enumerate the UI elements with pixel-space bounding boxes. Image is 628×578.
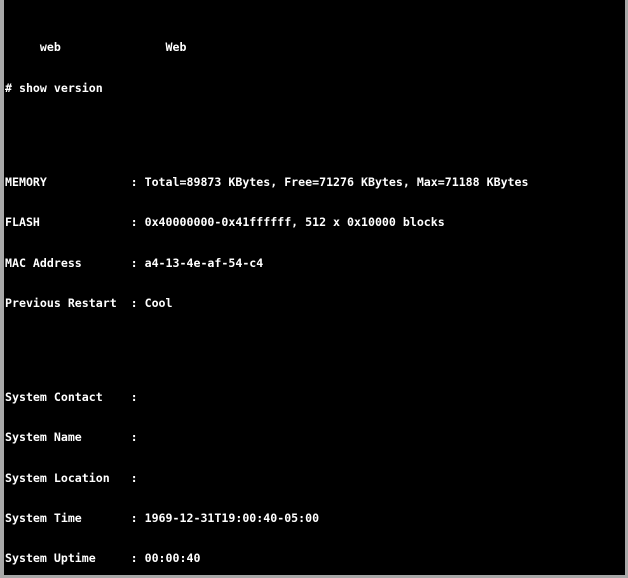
row-memory: MEMORY : Total=89873 KBytes, Free=71276 … [5,174,529,189]
row-system-location: System Location : [5,470,138,485]
command-show-version: # show version [5,80,103,95]
terminal-output-screen[interactable]: web Web # show version MEMORY : Total=89… [4,0,625,575]
row-system-name: System Name : [5,430,138,445]
row-system-contact: System Contact : [5,390,138,405]
terminal-header-line: web Web [5,40,187,55]
row-flash: FLASH : 0x40000000-0x41ffffff, 512 x 0x1… [5,215,445,230]
row-previous-restart: Previous Restart : Cool [5,295,173,310]
terminal-window[interactable]: web Web # show version MEMORY : Total=89… [0,0,628,578]
row-system-uptime: System Uptime : 00:00:40 [5,551,201,566]
row-mac-address: MAC Address : a4-13-4e-af-54-c4 [5,255,264,270]
row-system-time: System Time : 1969-12-31T19:00:40-05:00 [5,511,320,526]
